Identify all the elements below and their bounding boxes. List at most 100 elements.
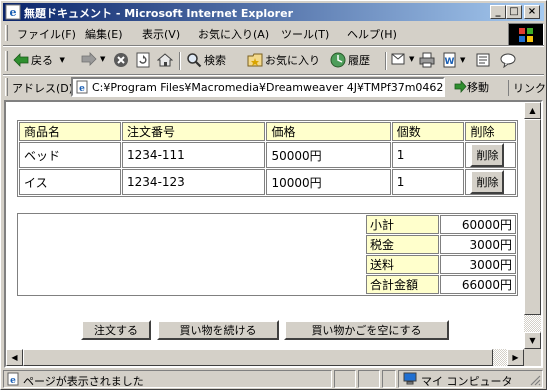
zone-label: マイ コンピュータ: [421, 375, 513, 388]
summary-value: 66000円: [440, 275, 516, 294]
menu-bar: ファイル(F) 編集(E) 表示(V) お気に入り(A) ツール(T) ヘルプ(…: [5, 23, 505, 43]
back-button[interactable]: 戻る ▼: [13, 52, 65, 70]
edit-dropdown-icon[interactable]: ▼: [460, 56, 465, 64]
column-header: 価格: [266, 122, 391, 141]
discuss-icon: [476, 53, 490, 67]
title-bar[interactable]: e 無題ドキュメント - Microsoft Internet Explorer…: [3, 3, 544, 21]
summary-label: 合計金額: [366, 275, 439, 294]
status-cell: [358, 370, 380, 388]
favorites-folder-icon: [247, 53, 263, 67]
column-header: 個数: [391, 122, 465, 141]
menu-tools[interactable]: ツール(T): [281, 26, 329, 42]
scroll-up-icon[interactable]: ▲: [524, 102, 541, 119]
status-cell: [334, 370, 356, 388]
zone-cell: マイ コンピュータ: [398, 370, 543, 388]
table-row: イス 1234-123 10000円 1 削除: [19, 169, 516, 195]
print-button[interactable]: [419, 52, 437, 70]
maximize-button[interactable]: □: [506, 5, 522, 19]
forward-button[interactable]: ▼: [81, 52, 105, 70]
summary-value: 60000円: [440, 215, 516, 234]
scrollbar-corner: [524, 349, 541, 366]
history-button[interactable]: 履歴: [330, 52, 370, 70]
menu-help[interactable]: ヘルプ(H): [347, 26, 397, 42]
status-message-cell: e ページが表示されました: [3, 370, 332, 388]
summary-label: 小計: [366, 215, 439, 234]
quantity: 1: [391, 169, 465, 195]
scroll-left-icon[interactable]: ◀: [6, 349, 23, 366]
refresh-button[interactable]: [135, 52, 153, 70]
summary-label: 送料: [366, 255, 439, 274]
status-bar: e ページが表示されました マイ コンピュータ: [3, 369, 544, 389]
horizontal-scroll-thumb[interactable]: [23, 349, 493, 366]
mail-icon: [391, 53, 405, 65]
svg-text:e: e: [10, 6, 17, 19]
svg-text:e: e: [10, 376, 16, 386]
delete-button[interactable]: 削除: [470, 143, 505, 167]
delete-cell: 削除: [465, 142, 516, 168]
go-arrow-icon: [454, 79, 467, 94]
horizontal-scrollbar[interactable]: ◀ ▶: [6, 349, 524, 366]
menu-favorites[interactable]: お気に入り(A): [198, 26, 269, 42]
menu-file[interactable]: ファイル(F): [17, 26, 76, 42]
status-message: ページが表示されました: [23, 375, 144, 388]
toolbar-grip[interactable]: [5, 51, 8, 71]
product-name: イス: [19, 169, 122, 195]
forward-dropdown-icon[interactable]: ▼: [100, 55, 105, 63]
mail-button[interactable]: ▼: [391, 52, 414, 70]
print-icon: [419, 52, 435, 68]
summary-row: 小計 60000円: [19, 215, 516, 234]
address-label: アドレス(D): [12, 82, 74, 95]
delete-button[interactable]: 削除: [470, 170, 505, 194]
stop-button[interactable]: [113, 52, 131, 70]
cart-table: 商品名 注文番号 価格 個数 削除 ベッド 1234-111 50000円 1 …: [17, 120, 518, 197]
summary-value: 3000円: [440, 235, 516, 254]
search-button[interactable]: 検索: [186, 52, 226, 70]
close-button[interactable]: ×: [524, 5, 540, 19]
delete-cell: 削除: [465, 169, 516, 195]
stop-icon: [114, 53, 128, 67]
order-number: 1234-123: [122, 169, 266, 195]
menu-edit[interactable]: 編集(E): [85, 26, 123, 42]
price: 50000円: [266, 142, 391, 168]
vertical-scroll-thumb[interactable]: [524, 119, 541, 315]
messenger-button[interactable]: [500, 52, 518, 70]
links-button[interactable]: リンク: [508, 80, 546, 96]
cart-header-row: 商品名 注文番号 価格 個数 削除: [19, 122, 516, 141]
address-bar: アドレス(D) e C:¥Program Files¥Macromedia¥Dr…: [5, 76, 546, 98]
summary-value: 3000円: [440, 255, 516, 274]
window-title: 無題ドキュメント - Microsoft Internet Explorer: [24, 7, 293, 20]
page-viewport: 商品名 注文番号 価格 個数 削除 ベッド 1234-111 50000円 1 …: [6, 102, 524, 349]
address-input[interactable]: e C:¥Program Files¥Macromedia¥Dreamweave…: [71, 77, 445, 97]
minimize-button[interactable]: _: [490, 5, 506, 19]
back-arrow-icon: [13, 53, 29, 67]
edit-button[interactable]: W ▼: [442, 52, 465, 70]
address-grip[interactable]: [5, 78, 8, 96]
back-dropdown-icon[interactable]: ▼: [60, 56, 65, 64]
ie-icon: e: [5, 4, 21, 20]
column-header: 削除: [465, 122, 516, 141]
windows-logo-icon: [519, 28, 533, 42]
empty-cart-button[interactable]: 買い物かごを空にする: [284, 320, 449, 340]
svg-text:W: W: [445, 57, 455, 67]
refresh-icon: [136, 52, 150, 68]
address-value: C:¥Program Files¥Macromedia¥Dreamweaver …: [92, 81, 445, 94]
vertical-scrollbar[interactable]: ▲ ▼: [524, 102, 541, 349]
price: 10000円: [266, 169, 391, 195]
go-button[interactable]: 移動: [453, 79, 489, 95]
search-icon: [187, 53, 202, 68]
page-icon: e: [76, 80, 88, 94]
order-button[interactable]: 注文する: [81, 320, 151, 340]
scroll-right-icon[interactable]: ▶: [507, 349, 524, 366]
standard-toolbar: 戻る ▼ ▼ 検索 お気に入り 履歴 ▼ W ▼: [5, 48, 545, 74]
favorites-button[interactable]: お気に入り: [247, 52, 320, 70]
home-button[interactable]: [157, 52, 175, 70]
discuss-button[interactable]: [475, 52, 493, 70]
resize-grip-icon[interactable]: [529, 374, 541, 386]
continue-shopping-button[interactable]: 買い物を続ける: [157, 320, 279, 340]
menu-view[interactable]: 表示(V): [142, 26, 180, 42]
menu-grip[interactable]: [5, 25, 8, 41]
status-cell: [382, 370, 396, 388]
mail-dropdown-icon[interactable]: ▼: [409, 55, 414, 63]
column-header: 商品名: [19, 122, 122, 141]
scroll-down-icon[interactable]: ▼: [524, 332, 541, 349]
